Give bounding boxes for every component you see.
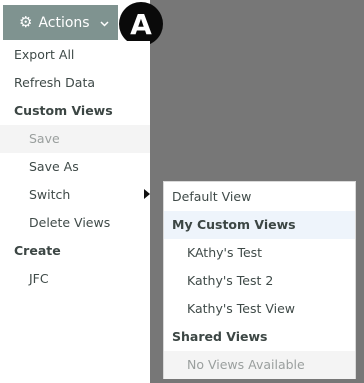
menu-item-save: Save bbox=[0, 125, 150, 153]
menu-header-custom-views: Custom Views bbox=[0, 97, 150, 125]
actions-button[interactable]: ⚙ Actions bbox=[3, 5, 118, 40]
menu-item-label: Delete Views bbox=[29, 215, 111, 230]
submenu-header-label: Shared Views bbox=[172, 329, 268, 344]
submenu-header-label: My Custom Views bbox=[172, 217, 296, 232]
menu-item-label: Save bbox=[29, 131, 60, 146]
annotation-badge: A bbox=[119, 2, 163, 46]
menu-item-label: Refresh Data bbox=[14, 75, 96, 90]
submenu-item-no-views: No Views Available bbox=[164, 351, 355, 379]
submenu-item-label: Kathy's Test View bbox=[187, 301, 296, 316]
menu-item-save-as[interactable]: Save As bbox=[0, 153, 150, 181]
menu-header-label: Custom Views bbox=[14, 103, 113, 118]
menu-item-label: JFC bbox=[29, 271, 49, 286]
chevron-down-icon bbox=[100, 15, 109, 31]
menu-item-switch[interactable]: Switch bbox=[0, 181, 150, 209]
submenu-header-shared-views: Shared Views bbox=[164, 323, 355, 351]
menu-header-label: Create bbox=[14, 243, 61, 258]
submenu-item-label: KAthy's Test bbox=[187, 245, 263, 260]
menu-item-label: Switch bbox=[29, 187, 71, 202]
submenu-item-view[interactable]: Kathy's Test View bbox=[164, 295, 355, 323]
menu-item-refresh-data[interactable]: Refresh Data bbox=[0, 69, 150, 97]
submenu-item-label: No Views Available bbox=[187, 357, 305, 372]
submenu-header-my-custom-views: My Custom Views bbox=[164, 211, 355, 239]
menu-item-label: Save As bbox=[29, 159, 79, 174]
gear-icon: ⚙ bbox=[19, 13, 33, 31]
menu-item-export-all[interactable]: Export All bbox=[0, 41, 150, 69]
menu-item-label: Export All bbox=[14, 47, 75, 62]
switch-submenu: Default View My Custom Views KAthy's Tes… bbox=[163, 181, 356, 379]
caret-right-icon bbox=[144, 189, 150, 199]
actions-label: Actions bbox=[38, 14, 90, 31]
actions-menu: Export All Refresh Data Custom Views Sav… bbox=[0, 41, 150, 294]
badge-letter: A bbox=[130, 7, 152, 41]
submenu-item-view[interactable]: KAthy's Test bbox=[164, 239, 355, 267]
submenu-item-view[interactable]: Kathy's Test 2 bbox=[164, 267, 355, 295]
menu-item-jfc[interactable]: JFC bbox=[0, 265, 150, 293]
menu-item-delete-views[interactable]: Delete Views bbox=[0, 209, 150, 237]
menu-header-create: Create bbox=[0, 237, 150, 265]
submenu-item-default-view[interactable]: Default View bbox=[164, 183, 355, 211]
submenu-item-label: Default View bbox=[172, 189, 252, 204]
submenu-item-label: Kathy's Test 2 bbox=[187, 273, 274, 288]
